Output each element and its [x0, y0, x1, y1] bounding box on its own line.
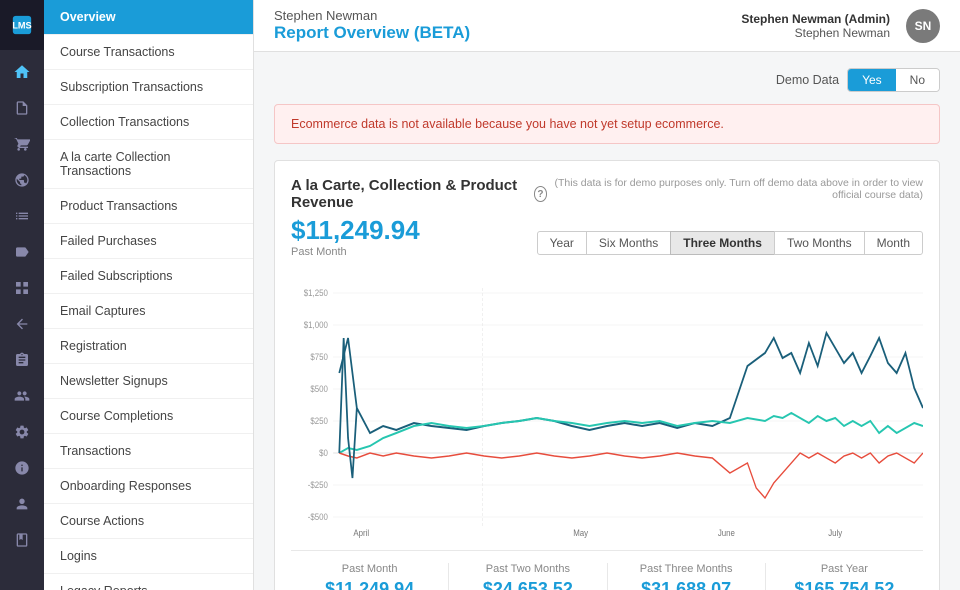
- nav-item-newsletter-signups[interactable]: Newsletter Signups: [44, 364, 253, 399]
- nav-item-course-completions[interactable]: Course Completions: [44, 399, 253, 434]
- time-tab-six-months[interactable]: Six Months: [586, 231, 671, 255]
- sidebar-icon-info[interactable]: [0, 450, 44, 486]
- nav-item-a-la-carte-collection-transactions[interactable]: A la carte Collection Transactions: [44, 140, 253, 189]
- stat-label: Past Year: [766, 563, 923, 575]
- admin-name: Stephen Newman (Admin): [741, 12, 890, 26]
- stat-value: $24,653.52: [449, 579, 606, 590]
- main-content: Stephen Newman Report Overview (BETA) St…: [254, 0, 960, 590]
- sidebar-icon-globe[interactable]: [0, 162, 44, 198]
- nav-item-course-actions[interactable]: Course Actions: [44, 504, 253, 539]
- nav-item-legacy-reports[interactable]: Legacy Reports: [44, 574, 253, 590]
- time-range-tabs: YearSix MonthsThree MonthsTwo MonthsMont…: [538, 231, 923, 255]
- svg-text:$500: $500: [310, 383, 328, 394]
- nav-item-collection-transactions[interactable]: Collection Transactions: [44, 105, 253, 140]
- svg-text:$7,859.94: $7,859.94: [818, 537, 853, 538]
- svg-text:June: June: [718, 527, 735, 538]
- nav-item-email-captures[interactable]: Email Captures: [44, 294, 253, 329]
- stat-item: Past Three Months $31,688.07: [608, 563, 766, 590]
- stat-item: Past Month $11,249.94: [291, 563, 449, 590]
- icon-sidebar: LMS: [0, 0, 44, 590]
- nav-sidebar: OverviewCourse TransactionsSubscription …: [44, 0, 254, 590]
- time-tab-month[interactable]: Month: [864, 231, 923, 255]
- time-tab-three-months[interactable]: Three Months: [670, 231, 775, 255]
- sidebar-icon-cart[interactable]: [0, 126, 44, 162]
- nav-item-overview[interactable]: Overview: [44, 0, 253, 35]
- svg-text:May: May: [573, 527, 589, 538]
- header-user-info: Stephen Newman (Admin) Stephen Newman: [741, 12, 890, 40]
- chart-period: Past Month: [291, 246, 420, 258]
- nav-item-subscription-transactions[interactable]: Subscription Transactions: [44, 70, 253, 105]
- sidebar-icon-clipboard[interactable]: [0, 342, 44, 378]
- svg-text:$750: $750: [310, 351, 328, 362]
- stat-value: $31,688.07: [608, 579, 765, 590]
- sidebar-icon-arrow[interactable]: [0, 306, 44, 342]
- svg-text:-$250: -$250: [308, 479, 328, 490]
- nav-item-failed-purchases[interactable]: Failed Purchases: [44, 224, 253, 259]
- chart-value-area: $11,249.94 Past Month: [291, 215, 420, 270]
- demo-data-yes[interactable]: Yes: [848, 69, 896, 91]
- chart-svg-container: $1,250 $1,000 $750 $500 $250 $0 -$250 -$…: [291, 278, 923, 538]
- nav-item-onboarding-responses[interactable]: Onboarding Responses: [44, 469, 253, 504]
- svg-text:$1,000: $1,000: [304, 319, 328, 330]
- svg-text:$11,176.52: $11,176.52: [707, 537, 746, 538]
- avatar: SN: [906, 9, 940, 43]
- logo-area: LMS: [0, 0, 44, 50]
- stat-label: Past Two Months: [449, 563, 606, 575]
- sidebar-icon-list[interactable]: [0, 198, 44, 234]
- svg-text:July: July: [828, 527, 843, 538]
- header-user-greeting: Stephen Newman: [274, 8, 470, 23]
- page-title: Report Overview (BETA): [274, 23, 470, 43]
- nav-item-transactions[interactable]: Transactions: [44, 434, 253, 469]
- svg-text:$250: $250: [310, 415, 328, 426]
- nav-item-course-transactions[interactable]: Course Transactions: [44, 35, 253, 70]
- svg-text:LMS: LMS: [12, 21, 31, 31]
- demo-data-no[interactable]: No: [896, 69, 939, 91]
- chart-svg: $1,250 $1,000 $750 $500 $250 $0 -$250 -$…: [291, 278, 923, 538]
- chart-card: A la Carte, Collection & Product Revenue…: [274, 160, 940, 590]
- sidebar-icon-gear[interactable]: [0, 414, 44, 450]
- chart-header: A la Carte, Collection & Product Revenue…: [291, 177, 923, 211]
- stat-value: $11,249.94: [291, 579, 448, 590]
- chart-controls: $11,249.94 Past Month YearSix MonthsThre…: [291, 215, 923, 270]
- demo-data-toggle: Yes No: [847, 68, 940, 92]
- nav-item-product-transactions[interactable]: Product Transactions: [44, 189, 253, 224]
- bottom-stats: Past Month $11,249.94Past Two Months $24,6…: [291, 550, 923, 590]
- stat-label: Past Three Months: [608, 563, 765, 575]
- nav-item-registration[interactable]: Registration: [44, 329, 253, 364]
- svg-text:$1,250: $1,250: [304, 287, 328, 298]
- svg-text:2016: 2016: [352, 537, 370, 538]
- header-right: Stephen Newman (Admin) Stephen Newman SN: [741, 9, 940, 43]
- chart-main-value: $11,249.94: [291, 215, 420, 246]
- stat-item: Past Year $165,754.52: [766, 563, 923, 590]
- admin-sub: Stephen Newman: [741, 26, 890, 40]
- sidebar-icon-home[interactable]: [0, 54, 44, 90]
- svg-text:$0: $0: [319, 447, 328, 458]
- demo-data-row: Demo Data Yes No: [274, 68, 940, 92]
- top-header: Stephen Newman Report Overview (BETA) St…: [254, 0, 960, 52]
- sidebar-icon-users[interactable]: [0, 378, 44, 414]
- sidebar-icon-book[interactable]: [0, 522, 44, 558]
- content-area: Demo Data Yes No Ecommerce data is not a…: [254, 52, 960, 590]
- stat-value: $165,754.52: [766, 579, 923, 590]
- sidebar-icon-grid[interactable]: [0, 270, 44, 306]
- sidebar-icon-doc[interactable]: [0, 90, 44, 126]
- chart-title: A la Carte, Collection & Product Revenue…: [291, 177, 547, 211]
- svg-text:-$500: -$500: [308, 511, 328, 522]
- header-title-area: Stephen Newman Report Overview (BETA): [274, 8, 470, 43]
- time-tab-two-months[interactable]: Two Months: [774, 231, 865, 255]
- stat-label: Past Month: [291, 563, 448, 575]
- nav-item-logins[interactable]: Logins: [44, 539, 253, 574]
- time-tab-year[interactable]: Year: [537, 231, 587, 255]
- sidebar-icon-user[interactable]: [0, 486, 44, 522]
- chart-note: (This data is for demo purposes only. Tu…: [547, 177, 923, 201]
- alert-banner: Ecommerce data is not available because …: [274, 104, 940, 144]
- help-icon[interactable]: ?: [534, 186, 547, 202]
- demo-data-label: Demo Data: [776, 73, 839, 87]
- stat-item: Past Two Months $24,653.52: [449, 563, 607, 590]
- sidebar-icon-tag[interactable]: [0, 234, 44, 270]
- svg-text:$9,646.40: $9,646.40: [563, 537, 598, 538]
- svg-text:April: April: [353, 527, 369, 538]
- nav-item-failed-subscriptions[interactable]: Failed Subscriptions: [44, 259, 253, 294]
